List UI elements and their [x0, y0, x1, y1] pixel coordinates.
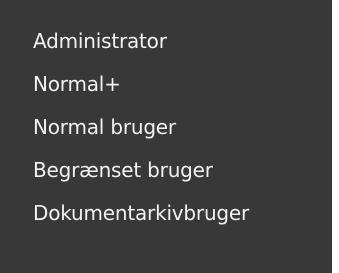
menu-item-limited-user[interactable]: Begrænset bruger [0, 146, 332, 195]
menu-item-normal-user[interactable]: Normal bruger [0, 103, 332, 152]
menu-item-normal-plus[interactable]: Normal+ [0, 60, 332, 109]
user-role-menu: Administrator Normal+ Normal bruger Begr… [0, 0, 332, 273]
menu-item-administrator[interactable]: Administrator [0, 17, 332, 66]
menu-item-document-archive-user[interactable]: Dokumentarkivbruger [0, 189, 332, 238]
